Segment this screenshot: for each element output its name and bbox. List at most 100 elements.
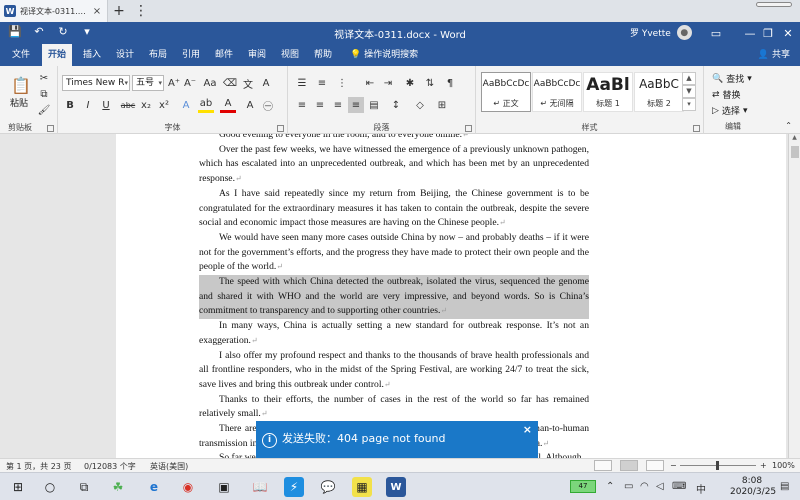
- collapse-ribbon-icon[interactable]: ⌃: [785, 121, 792, 130]
- font-size-select[interactable]: 五号 ▾: [132, 75, 164, 91]
- numbering-icon[interactable]: ≡: [314, 75, 330, 91]
- battery-indicator[interactable]: 47: [570, 480, 596, 493]
- language-indicator[interactable]: 英语(美国): [150, 461, 188, 472]
- tab-layout[interactable]: 布局: [143, 44, 173, 66]
- chrome-icon[interactable]: ◉: [178, 477, 198, 497]
- document-paragraph[interactable]: Good evening to everyone in the room, an…: [199, 134, 589, 143]
- paste-icon[interactable]: 📋: [10, 74, 32, 96]
- zoom-out-button[interactable]: −: [670, 461, 677, 470]
- style-heading-1[interactable]: AaBl 标题 1: [583, 72, 633, 112]
- cut-icon[interactable]: ✂: [36, 70, 52, 86]
- distributed-icon[interactable]: ▤: [366, 97, 382, 113]
- enclose-characters-icon[interactable]: ㊀: [260, 97, 276, 113]
- page-count[interactable]: 第 1 页，共 23 页: [6, 461, 71, 472]
- replace-button[interactable]: ⇄ 替换: [712, 88, 741, 102]
- subscript-icon[interactable]: x₂: [138, 97, 154, 113]
- avatar[interactable]: ●: [676, 25, 692, 40]
- tab-references[interactable]: 引用: [176, 44, 206, 66]
- clear-formatting-icon[interactable]: ⌫: [222, 75, 238, 91]
- highlight-icon[interactable]: ab: [198, 97, 214, 113]
- phonetic-guide-icon[interactable]: 文: [240, 75, 256, 91]
- redo-icon[interactable]: ↻: [56, 25, 70, 38]
- select-button[interactable]: ▷ 选择 ▾: [712, 104, 747, 118]
- chinese-layout-icon[interactable]: ✱: [402, 75, 418, 91]
- document-paragraph[interactable]: I also offer my profound respect and tha…: [199, 349, 589, 393]
- browser-tab[interactable]: W 视译文本-0311.docx - Wo... ×: [0, 0, 108, 22]
- wechat-icon[interactable]: 💬: [318, 477, 338, 497]
- document-paragraph[interactable]: The speed with which China detected the …: [199, 275, 589, 320]
- zoom-in-button[interactable]: +: [760, 461, 767, 470]
- change-case-icon[interactable]: Aa: [202, 75, 218, 91]
- scroll-up-icon[interactable]: ▲: [789, 134, 800, 144]
- underline-icon[interactable]: U: [98, 97, 114, 113]
- vertical-scrollbar[interactable]: ▲: [788, 134, 800, 458]
- document-paragraph[interactable]: We would have seen many more cases outsi…: [199, 231, 589, 275]
- style-heading-2[interactable]: AaBbC 标题 2: [634, 72, 684, 112]
- clover-app-icon[interactable]: ☘: [108, 477, 128, 497]
- styles-launcher-icon[interactable]: [693, 125, 700, 132]
- show-hidden-icons-icon[interactable]: ⌃: [606, 481, 614, 492]
- align-center-icon[interactable]: ≡: [312, 97, 328, 113]
- tab-view[interactable]: 视图: [275, 44, 305, 66]
- ime-indicator[interactable]: 中: [696, 481, 706, 496]
- media-app-icon[interactable]: ▣: [214, 477, 234, 497]
- multilevel-list-icon[interactable]: ⋮: [334, 75, 350, 91]
- chevron-down-icon[interactable]: ▼: [682, 85, 696, 98]
- word-app-icon[interactable]: W: [386, 477, 406, 497]
- document-paragraph[interactable]: In many ways, China is actually setting …: [199, 319, 589, 348]
- style-no-spacing[interactable]: AaBbCcDc ↵ 无间隔: [532, 72, 582, 112]
- undo-icon[interactable]: ↶: [32, 25, 46, 38]
- tab-mailings[interactable]: 邮件: [209, 44, 239, 66]
- find-button[interactable]: 🔍 查找 ▾: [712, 72, 752, 86]
- styles-more-icon[interactable]: ▾: [682, 98, 696, 111]
- print-layout-button[interactable]: [620, 460, 638, 471]
- character-border-icon[interactable]: A: [258, 75, 274, 91]
- document-paragraph[interactable]: As I have said repeatedly since my retur…: [199, 187, 589, 231]
- notifications-icon[interactable]: ▤: [780, 481, 789, 492]
- align-left-icon[interactable]: ≡: [294, 97, 310, 113]
- font-launcher-icon[interactable]: [277, 125, 284, 132]
- read-mode-button[interactable]: [594, 460, 612, 471]
- document-paragraph[interactable]: Over the past few weeks, we have witness…: [199, 143, 589, 187]
- search-icon[interactable]: ○: [40, 477, 60, 497]
- edge-icon[interactable]: e: [144, 477, 164, 497]
- bold-icon[interactable]: B: [62, 97, 78, 113]
- copy-icon[interactable]: ⧉: [36, 86, 52, 102]
- text-effects-icon[interactable]: A: [178, 97, 194, 113]
- save-icon[interactable]: 💾: [8, 25, 22, 38]
- window-handle[interactable]: [756, 2, 792, 7]
- toast-close-icon[interactable]: ×: [523, 423, 532, 436]
- decrease-indent-icon[interactable]: ⇤: [362, 75, 378, 91]
- tab-insert[interactable]: 插入: [77, 44, 107, 66]
- tab-review[interactable]: 审阅: [242, 44, 272, 66]
- italic-icon[interactable]: I: [80, 97, 96, 113]
- tab-help[interactable]: 帮助: [308, 44, 338, 66]
- book-app-icon[interactable]: 📖: [250, 477, 270, 497]
- document-body[interactable]: Good evening to everyone in the room, an…: [199, 134, 589, 458]
- scroll-thumb[interactable]: [791, 146, 799, 158]
- shading-icon[interactable]: ◇: [412, 97, 428, 113]
- sort-icon[interactable]: ⇅: [422, 75, 438, 91]
- customize-toolbar-icon[interactable]: ▾: [80, 25, 94, 38]
- lightning-app-icon[interactable]: ⚡: [284, 477, 304, 497]
- windows-start-icon[interactable]: ⊞: [8, 477, 28, 497]
- style-normal[interactable]: AaBbCcDc ↵ 正文: [481, 72, 531, 112]
- battery-icon[interactable]: ▭: [624, 481, 633, 492]
- wifi-icon[interactable]: ◠: [640, 481, 649, 492]
- paste-label[interactable]: 粘贴: [10, 96, 28, 109]
- tab-home[interactable]: 开始: [42, 44, 73, 66]
- zoom-slider-thumb[interactable]: [716, 461, 719, 470]
- grow-font-icon[interactable]: A⁺: [166, 75, 182, 91]
- word-count[interactable]: 0/12083 个字: [84, 461, 136, 472]
- show-marks-icon[interactable]: ¶: [442, 75, 458, 91]
- paragraph-launcher-icon[interactable]: [465, 125, 472, 132]
- font-family-select[interactable]: Times New R ▾: [62, 75, 130, 91]
- web-layout-button[interactable]: [646, 460, 664, 471]
- ribbon-display-options-icon[interactable]: ▭: [700, 22, 732, 44]
- zoom-slider[interactable]: [680, 461, 756, 470]
- justify-icon[interactable]: ≡: [348, 97, 364, 113]
- close-tab-icon[interactable]: ×: [91, 6, 103, 17]
- strikethrough-icon[interactable]: abc: [120, 97, 136, 113]
- keyboard-icon[interactable]: ⌨: [672, 481, 686, 492]
- user-account[interactable]: 罗 Yvette ●: [630, 25, 692, 40]
